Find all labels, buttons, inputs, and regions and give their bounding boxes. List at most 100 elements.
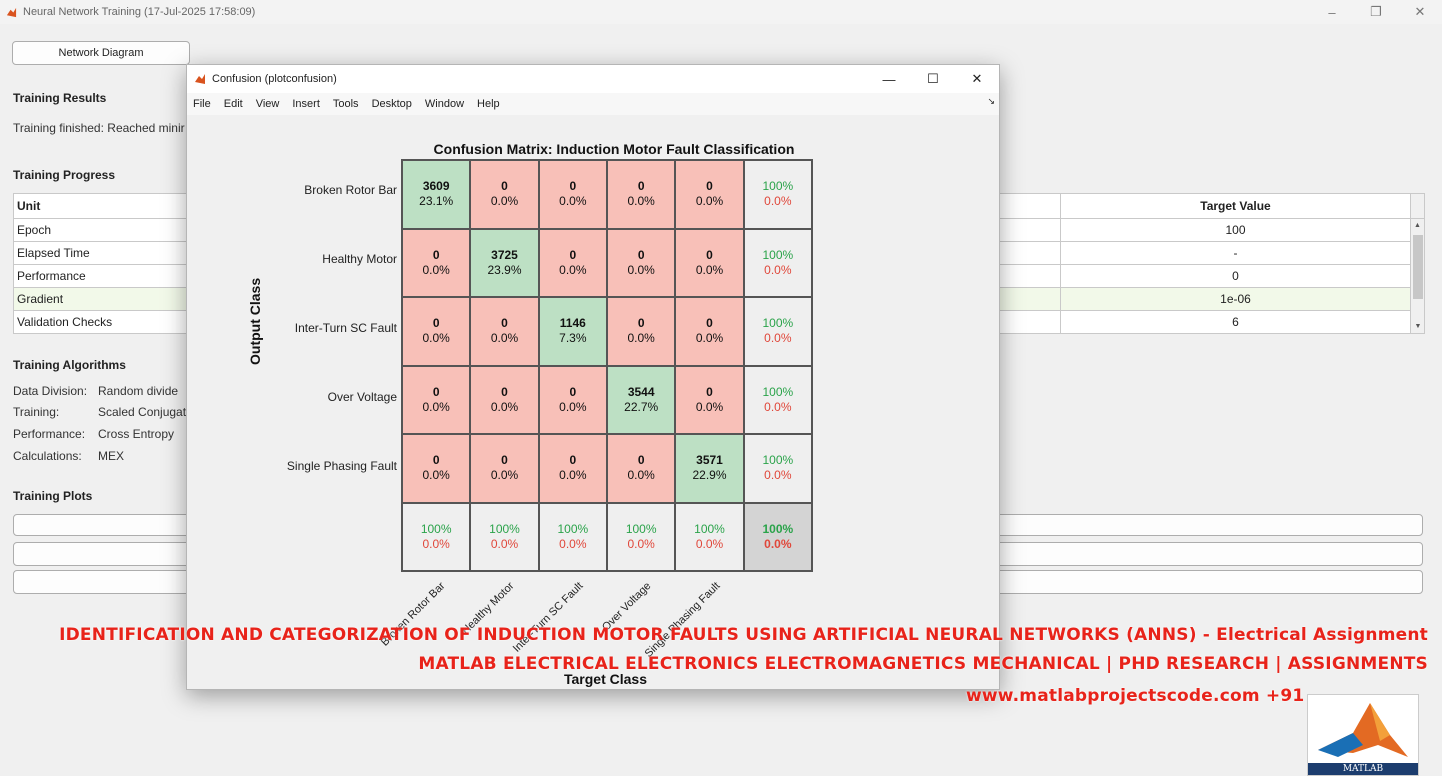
row-summary-cell: 100% 0.0%: [743, 297, 812, 366]
matlab-logo-text: MATLAB: [1308, 763, 1418, 775]
summary-error: 0.0%: [695, 536, 724, 551]
maximize-button[interactable]: ☐: [911, 65, 955, 93]
menu-desktop[interactable]: Desktop: [372, 98, 412, 110]
dock-icon[interactable]: ↘: [987, 96, 995, 107]
unit-cell: Elapsed Time: [13, 241, 188, 265]
matlab-logo: MATLAB: [1307, 694, 1419, 776]
matrix-cell: 0 0.0%: [607, 297, 676, 366]
cell-count: 0: [569, 384, 577, 399]
col-summary-cell: 100% 0.0%: [675, 502, 744, 571]
algo-label: Performance:: [13, 427, 86, 441]
menu-window[interactable]: Window: [425, 98, 464, 110]
summary-correct: 100%: [694, 521, 725, 536]
menu-file[interactable]: File: [193, 98, 211, 110]
cell-count: 0: [501, 384, 508, 399]
algo-label: Data Division:: [13, 384, 88, 398]
menu-help[interactable]: Help: [477, 98, 500, 110]
confusion-window-title: Confusion (plotconfusion): [212, 73, 337, 85]
restore-button[interactable]: ❐: [1354, 0, 1398, 24]
cell-percent: 0.0%: [695, 262, 724, 277]
cell-percent: 0.0%: [627, 194, 655, 209]
summary-error: 0.0%: [627, 536, 655, 551]
cell-percent: 0.0%: [559, 194, 587, 209]
matrix-cell: 3544 22.7%: [607, 365, 676, 434]
cell-percent: 0.0%: [422, 262, 450, 277]
target-cell: 6: [1060, 310, 1411, 334]
target-cell: -: [1060, 241, 1411, 265]
matrix-cell: 0 0.0%: [675, 160, 744, 229]
close-button[interactable]: ✕: [955, 65, 999, 93]
cell-count: 3544: [627, 384, 655, 399]
summary-correct: 100%: [625, 521, 657, 536]
scrollbar-header: [1410, 193, 1425, 219]
menu-view[interactable]: View: [256, 98, 280, 110]
col-summary-cell: 100% 0.0%: [607, 502, 676, 571]
target-cell: 0: [1060, 264, 1411, 288]
row-summary-cell: 100% 0.0%: [743, 365, 812, 434]
matrix-cell: 3725 23.9%: [470, 228, 539, 297]
cell-count: 0: [569, 247, 577, 262]
menu-tools[interactable]: Tools: [333, 98, 359, 110]
algo-value: Cross Entropy: [98, 427, 175, 441]
cell-percent: 0.0%: [422, 468, 450, 483]
cell-count: 0: [637, 453, 645, 468]
cell-percent: 0.0%: [627, 468, 655, 483]
summary-error: 0.0%: [764, 468, 792, 483]
col-summary-cell: 100% 0.0%: [402, 502, 471, 571]
summary-error: 0.0%: [764, 194, 792, 209]
matrix-cell: 0 0.0%: [470, 160, 539, 229]
row-summary-cell: 100% 0.0%: [743, 160, 812, 229]
cell-count: 0: [501, 316, 508, 331]
overall-summary-cell: 100% 0.0%: [743, 502, 812, 571]
network-diagram-button[interactable]: Network Diagram: [12, 41, 190, 65]
confusion-window-controls: — ☐ ✕: [867, 65, 999, 93]
matrix-cell: 1146 7.3%: [538, 297, 607, 366]
main-window-title: Neural Network Training (17-Jul-2025 17:…: [23, 6, 256, 18]
cell-count: 1146: [559, 316, 586, 331]
matrix-cell: 0 0.0%: [675, 297, 744, 366]
cell-count: 0: [706, 179, 713, 194]
summary-correct: 100%: [762, 316, 794, 331]
menu-edit[interactable]: Edit: [224, 98, 243, 110]
main-window-controls: – ❐ ✕: [1310, 0, 1442, 24]
scroll-down-arrow[interactable]: ▼: [1411, 323, 1425, 330]
matrix-cell: 0 0.0%: [402, 297, 471, 366]
close-button[interactable]: ✕: [1398, 0, 1442, 24]
algo-label: Calculations:: [13, 449, 82, 463]
overall-error: 0.0%: [764, 536, 792, 551]
table-scrollbar[interactable]: ▲ ▼: [1410, 218, 1425, 334]
menu-insert[interactable]: Insert: [292, 98, 320, 110]
summary-correct: 100%: [420, 521, 452, 536]
cell-count: 0: [637, 247, 645, 262]
confusion-window: Confusion (plotconfusion) — ☐ ✕ File Edi…: [186, 64, 1000, 690]
minimize-button[interactable]: —: [867, 65, 911, 93]
scroll-up-arrow[interactable]: ▲: [1411, 222, 1424, 229]
matrix-cell: 0 0.0%: [402, 365, 471, 434]
matrix-cell: 3609 23.1%: [402, 160, 471, 229]
matrix-cell: 0 0.0%: [538, 434, 607, 503]
row-label: Over Voltage: [327, 389, 397, 404]
cell-count: 0: [432, 247, 440, 262]
matrix-cell: 0 0.0%: [470, 297, 539, 366]
main-title-bar: Neural Network Training (17-Jul-2025 17:…: [0, 0, 1442, 24]
cell-percent: 0.0%: [627, 262, 655, 277]
overall-correct: 100%: [762, 521, 794, 536]
cell-percent: 0.0%: [422, 331, 450, 346]
minimize-button[interactable]: –: [1310, 0, 1354, 24]
cell-count: 0: [432, 384, 440, 399]
y-axis-label: Output Class: [247, 277, 263, 365]
cell-count: 0: [569, 179, 577, 194]
cell-percent: 0.0%: [559, 399, 587, 414]
summary-correct: 100%: [557, 521, 589, 536]
col-summary-cell: 100% 0.0%: [538, 502, 607, 571]
row-summary-cell: 100% 0.0%: [743, 434, 812, 503]
matrix-cell: 0 0.0%: [675, 228, 744, 297]
scroll-thumb[interactable]: [1413, 235, 1423, 299]
cell-percent: 22.7%: [624, 399, 659, 414]
matrix-cell: 0 0.0%: [538, 160, 607, 229]
cell-count: 3725: [491, 247, 518, 262]
matrix-cell: 0 0.0%: [402, 434, 471, 503]
training-status-text: Training finished: Reached minir: [13, 121, 185, 135]
matlab-icon: [6, 7, 17, 17]
banner-line-3: www.matlabprojectscode.com +91: [966, 686, 1305, 706]
